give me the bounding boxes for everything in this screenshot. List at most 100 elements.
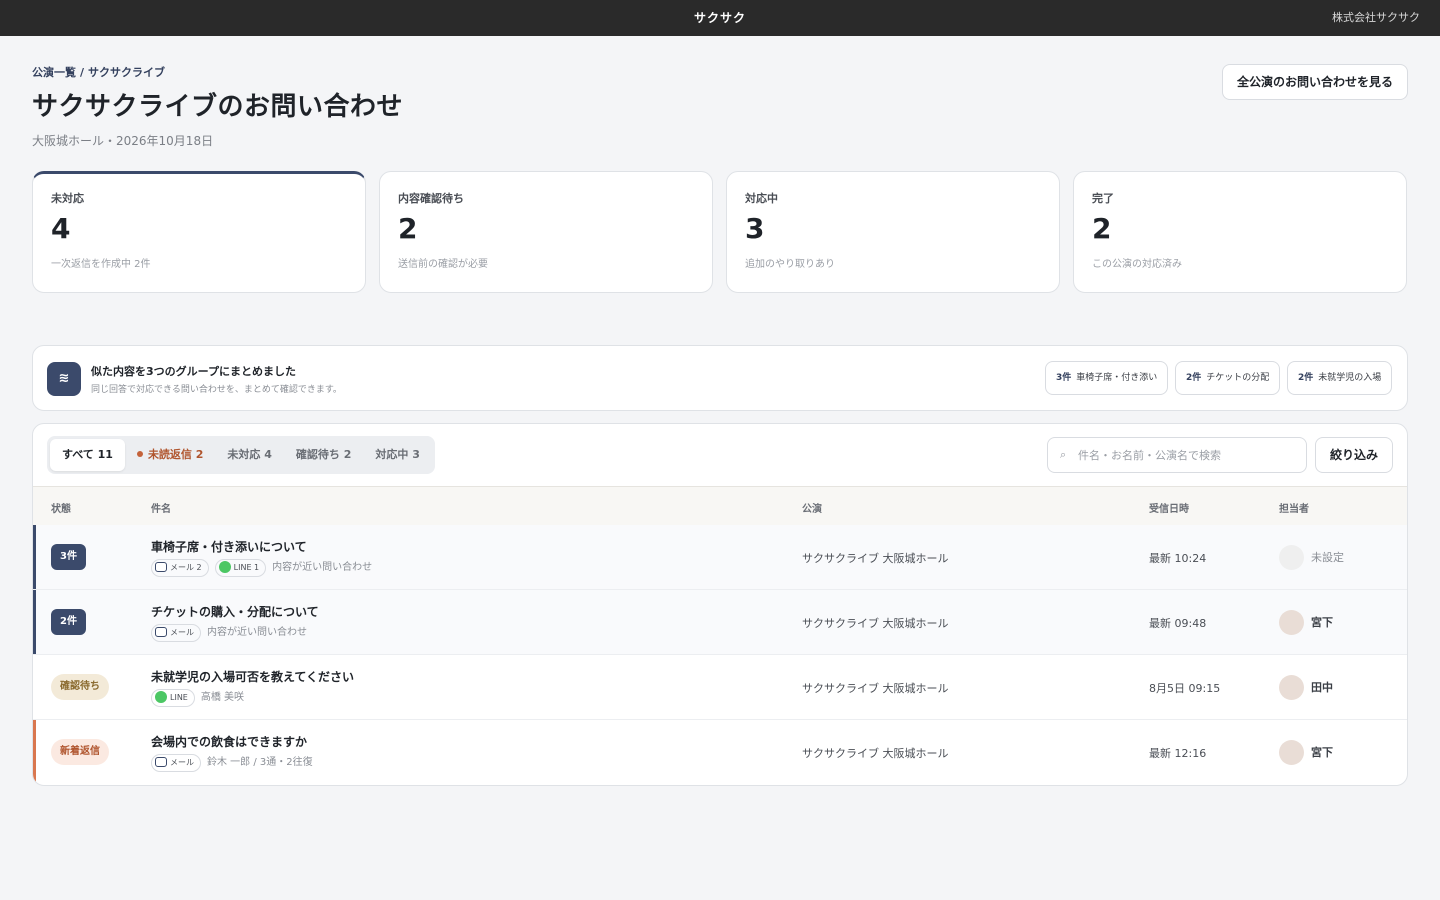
tag-label: メール <box>170 758 194 767</box>
stat-card-in-progress[interactable]: 対応中 3 追加のやり取りあり <box>726 171 1060 293</box>
chip-label: 未就学児の入場 <box>1318 373 1382 383</box>
column-status: 状態 <box>51 504 71 515</box>
row-meta-text: 内容が近い問い合わせ <box>272 562 373 573</box>
row-received: 最新 10:24 <box>1149 552 1207 565</box>
stat-value: 4 <box>51 212 71 245</box>
row-subject: 車椅子席・付き添いについて <box>151 540 307 554</box>
tag-label: メール 2 <box>170 563 202 572</box>
group-icon: ≋ <box>47 362 81 396</box>
table-row[interactable]: 新着返信 会場内での飲食はできますか メール 鈴木 一郎 / 3通・2往復 サクサ… <box>33 720 1407 785</box>
view-all-inquiries-button[interactable]: 全公演のお問い合わせを見る <box>1222 64 1408 100</box>
groups-title: 似た内容を3つのグループにまとめました <box>91 365 296 378</box>
column-received: 受信日時 <box>1149 504 1189 515</box>
stat-value: 3 <box>745 212 765 245</box>
tab-unread-replies[interactable]: 未読返信 2 <box>125 439 215 471</box>
chip-count: 2件 <box>1298 373 1314 383</box>
page-subtitle: 大阪城ホール・2026年10月18日 <box>32 134 214 148</box>
row-subject: 未就学児の入場可否を教えてください <box>151 670 355 684</box>
row-subject: 会場内での飲食はできますか <box>151 735 308 749</box>
tag-label: LINE 1 <box>233 563 260 572</box>
stat-label: 完了 <box>1092 192 1114 205</box>
stat-label: 対応中 <box>745 192 778 205</box>
chip-count: 2件 <box>1186 373 1202 383</box>
chip-count: 3件 <box>1056 373 1072 383</box>
group-count-badge: 3件 <box>51 544 86 570</box>
row-subject: チケットの購入・分配について <box>151 605 319 619</box>
stat-value: 2 <box>398 212 418 245</box>
chip-label: チケットの分配 <box>1206 373 1270 383</box>
search-input[interactable] <box>1078 438 1298 472</box>
row-performance: サクサクライブ 大阪城ホール <box>802 682 949 695</box>
tag-label: メール <box>170 628 194 637</box>
status-summary: 未対応 4 一次返信を作成中 2件 内容確認待ち 2 送信前の確認が必要 対応中… <box>32 171 1408 293</box>
row-owner: 宮下 <box>1311 616 1333 629</box>
mail-icon <box>155 626 167 637</box>
row-meta-text: 高橋 美咲 <box>200 692 245 703</box>
chip-label: 車椅子席・付き添い <box>1076 373 1158 383</box>
channel-tag-mail: メール 2 <box>151 559 209 577</box>
app-brand[interactable]: サクサク <box>0 0 1440 36</box>
status-badge: 確認待ち <box>51 674 109 700</box>
row-owner: 未設定 <box>1311 551 1344 564</box>
tab-unhandled[interactable]: 未対応 4 <box>215 439 283 471</box>
line-icon <box>155 690 167 703</box>
tab-label: 未読返信 2 <box>147 448 204 461</box>
row-performance: サクサクライブ 大阪城ホール <box>802 552 949 565</box>
filter-button[interactable]: 絞り込み <box>1315 437 1393 473</box>
tab-all[interactable]: すべて 11 <box>50 439 125 471</box>
stat-note: この公演の対応済み <box>1092 259 1182 270</box>
stat-note: 一次返信を作成中 2件 <box>51 259 151 270</box>
line-icon <box>218 560 231 573</box>
breadcrumb: 公演一覧 / サクサクライブ <box>32 64 165 80</box>
breadcrumb-current[interactable]: サクサクライブ <box>88 66 165 79</box>
tab-awaiting-confirmation[interactable]: 確認待ち 2 <box>284 439 363 471</box>
column-performance: 公演 <box>802 504 822 515</box>
row-meta: メール 鈴木 一郎 / 3通・2往復 <box>151 754 313 772</box>
avatar <box>1279 740 1304 765</box>
table-row[interactable]: 2件 チケットの購入・分配について メール 内容が近い問い合わせ サクサクライブ … <box>33 590 1407 655</box>
page-title: サクサクライブのお問い合わせ <box>32 92 404 122</box>
column-owner: 担当者 <box>1279 504 1309 515</box>
breadcrumb-separator: / <box>80 66 85 79</box>
table-row[interactable]: 3件 車椅子席・付き添いについて メール 2 LINE 1 内容が近い問い合わせ サ… <box>33 525 1407 590</box>
row-received: 最新 09:48 <box>1149 617 1207 630</box>
group-chip-wheelchair[interactable]: 3件 車椅子席・付き添い <box>1045 361 1169 395</box>
mail-icon <box>155 561 167 572</box>
channel-tag-mail: メール <box>151 754 201 772</box>
group-chip-ticket-distribution[interactable]: 2件 チケットの分配 <box>1175 361 1281 395</box>
row-performance: サクサクライブ 大阪城ホール <box>802 747 949 760</box>
stat-note: 追加のやり取りあり <box>745 259 835 270</box>
channel-tag-line: LINE 1 <box>214 559 267 577</box>
table-row[interactable]: 確認待ち 未就学児の入場可否を教えてください LINE 高橋 美咲 サクサクライブ… <box>33 655 1407 720</box>
row-received: 最新 12:16 <box>1149 747 1207 760</box>
unread-dot-icon <box>136 451 143 457</box>
filter-tabs: すべて 11 未読返信 2 未対応 4 確認待ち 2 対応中 3 <box>47 436 435 474</box>
row-accent <box>33 525 36 589</box>
group-count-badge: 2件 <box>51 609 86 635</box>
tag-label: LINE <box>170 693 188 702</box>
stat-value: 2 <box>1092 212 1112 245</box>
row-received: 8月5日 09:15 <box>1149 682 1221 695</box>
row-meta-text: 内容が近い問い合わせ <box>207 627 307 638</box>
row-meta: メール 2 LINE 1 内容が近い問い合わせ <box>151 559 372 577</box>
company-name[interactable]: 株式会社サクサク <box>1332 0 1420 36</box>
avatar <box>1279 610 1304 635</box>
top-bar: サクサク 株式会社サクサク <box>0 0 1440 36</box>
group-chip-preschool-entry[interactable]: 2件 未就学児の入場 <box>1287 361 1393 395</box>
row-owner: 田中 <box>1311 681 1333 694</box>
row-meta: メール 内容が近い問い合わせ <box>151 624 307 642</box>
mail-icon <box>155 756 167 767</box>
groups-subtitle: 同じ回答で対応できる問い合わせを、まとめて確認できます。 <box>91 385 342 395</box>
stat-label: 未対応 <box>51 192 84 205</box>
status-badge: 新着返信 <box>51 739 109 765</box>
row-meta-text: 鈴木 一郎 / 3通・2往復 <box>207 757 313 768</box>
inquiry-list-panel: すべて 11 未読返信 2 未対応 4確認待ち 2対応中 3 ⌕ 絞り込み 状態 件… <box>32 423 1408 786</box>
row-performance: サクサクライブ 大阪城ホール <box>802 617 949 630</box>
tab-in-progress[interactable]: 対応中 3 <box>363 439 431 471</box>
row-accent <box>33 720 36 785</box>
breadcrumb-root-link[interactable]: 公演一覧 <box>32 66 76 79</box>
stat-card-completed[interactable]: 完了 2 この公演の対応済み <box>1073 171 1407 293</box>
stat-card-awaiting-confirmation[interactable]: 内容確認待ち 2 送信前の確認が必要 <box>379 171 713 293</box>
similar-groups-banner: ≋ 似た内容を3つのグループにまとめました 同じ回答で対応できる問い合わせを、ま… <box>32 345 1408 411</box>
stat-card-unhandled[interactable]: 未対応 4 一次返信を作成中 2件 <box>32 171 366 293</box>
